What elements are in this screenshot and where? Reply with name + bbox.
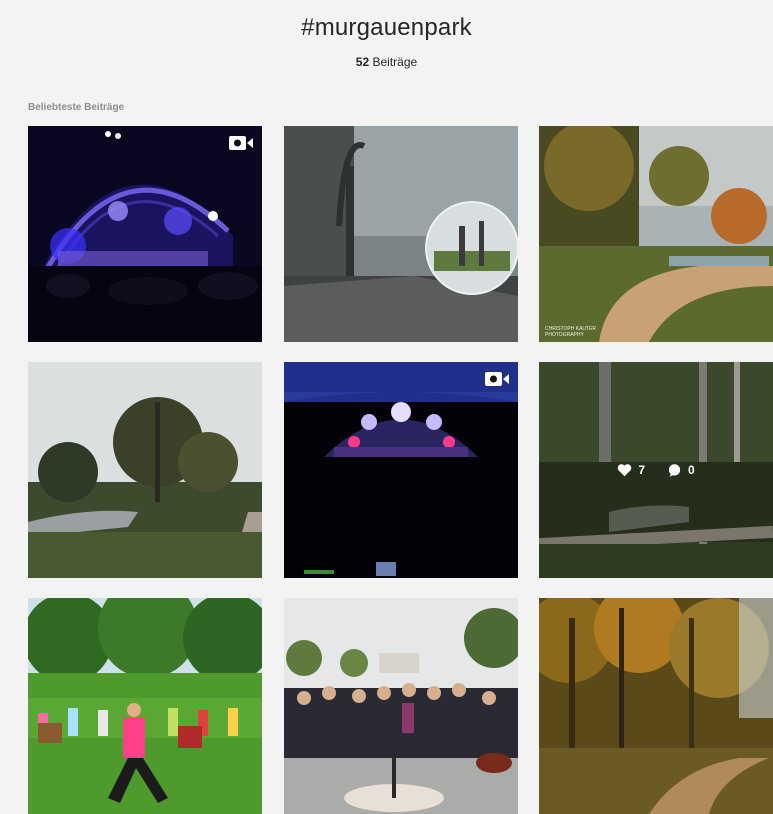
post-count: 52 Beiträge: [0, 55, 773, 69]
autumn-path-image: [539, 126, 773, 342]
group-photo-image: [284, 598, 518, 814]
photographer-watermark: CHRISTOPH KAUTER PHOTOGRAPHY: [545, 326, 596, 338]
top-posts-label: Beliebteste Beiträge: [28, 102, 125, 113]
video-camera-icon: [229, 136, 253, 150]
post-count-number: 52: [355, 55, 370, 69]
post-autumn-forest[interactable]: [539, 598, 773, 814]
post-forest-stream[interactable]: 7 0: [539, 362, 773, 578]
post-fitness-group[interactable]: [28, 598, 262, 814]
video-camera-icon: [485, 372, 509, 386]
tent-concert-image: [284, 362, 518, 578]
post-count-label: Beiträge: [372, 55, 418, 69]
heart-icon: [618, 464, 632, 477]
autumn-forest-image: [539, 598, 773, 814]
likes-count: 7: [638, 463, 645, 477]
watermark-line-2: PHOTOGRAPHY: [545, 332, 584, 338]
comments-count: 0: [688, 463, 695, 477]
comments-stat: 0: [667, 463, 695, 478]
post-autumn-path[interactable]: CHRISTOPH KAUTER PHOTOGRAPHY: [539, 126, 773, 342]
river-trees-image: [28, 362, 262, 578]
hashtag-title: #murgauenpark: [301, 14, 472, 41]
concert-stage-image: [28, 126, 262, 342]
fitness-group-image: [28, 598, 262, 814]
crystal-ball-image: [284, 126, 518, 342]
post-group-photo[interactable]: [284, 598, 518, 814]
post-concert-stage[interactable]: [28, 126, 262, 342]
post-hover-stats: 7 0: [539, 362, 773, 578]
post-crystal-ball[interactable]: [284, 126, 518, 342]
post-tent-concert[interactable]: [284, 362, 518, 578]
post-river-trees[interactable]: [28, 362, 262, 578]
likes-stat: 7: [617, 463, 645, 477]
comment-icon: [668, 463, 681, 477]
